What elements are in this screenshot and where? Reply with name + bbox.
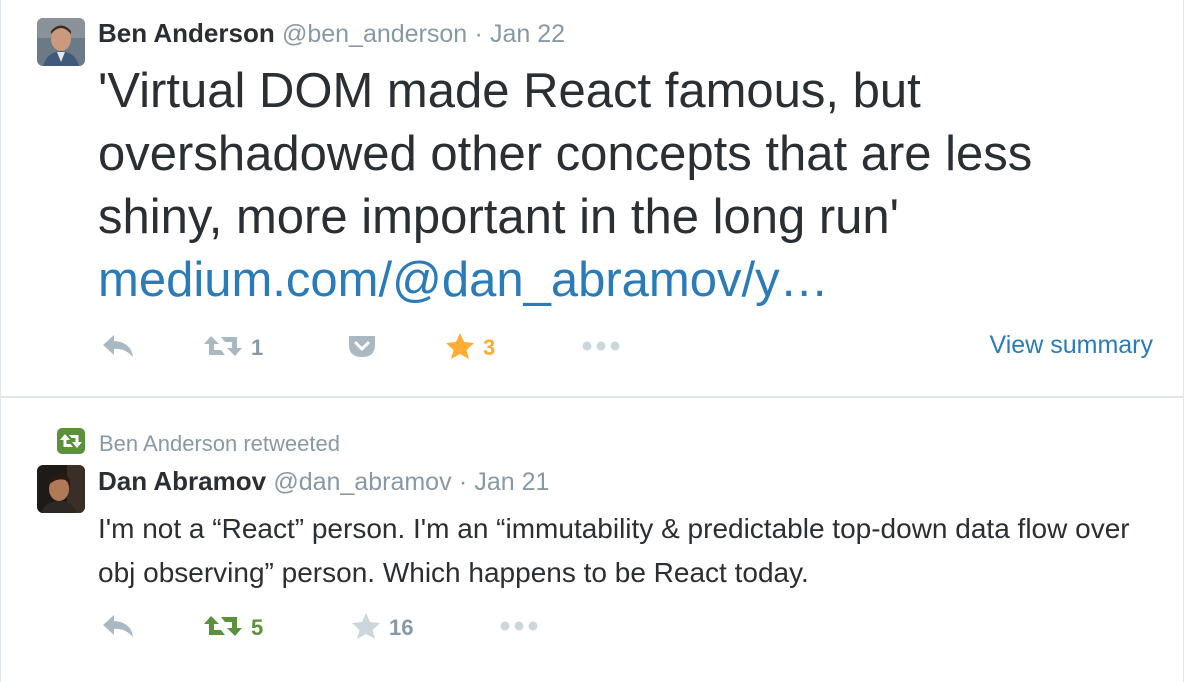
avatar[interactable]	[37, 18, 85, 66]
pocket-button[interactable]	[347, 328, 377, 368]
view-summary-link[interactable]: View summary	[990, 331, 1153, 360]
fullname[interactable]: Ben Anderson	[98, 18, 275, 48]
retweet-count: 5	[251, 615, 264, 640]
tweet-body: 'Virtual DOM made React famous, but over…	[98, 64, 1033, 244]
retweet-button[interactable]: 1	[203, 328, 263, 368]
tweet-link[interactable]: medium.com/@dan_abramov/y…	[98, 253, 829, 307]
timeline: Ben Anderson @ben_anderson · Jan 22 'Vir…	[0, 0, 1184, 682]
separator: ·	[458, 468, 468, 496]
retweet-context-text[interactable]: Ben Anderson retweeted	[99, 431, 340, 457]
more-button[interactable]	[581, 328, 621, 368]
more-button[interactable]	[499, 608, 539, 648]
tweet-header: Ben Anderson @ben_anderson · Jan 22	[98, 17, 565, 50]
retweet-button[interactable]: 5	[203, 608, 263, 648]
username[interactable]: @ben_anderson	[282, 20, 467, 48]
tweet-text: I'm not a “React” person. I'm an “immuta…	[98, 513, 1130, 588]
retweet-context-icon	[57, 428, 85, 460]
favorite-button[interactable]: 16	[351, 608, 413, 648]
more-icon	[499, 619, 539, 637]
tweet-text: 'Virtual DOM made React famous, but over…	[98, 60, 1158, 312]
favorite-button[interactable]: 3	[445, 328, 495, 368]
tweet-header: Dan Abramov @dan_abramov · Jan 21	[98, 465, 549, 498]
avatar[interactable]	[37, 465, 85, 513]
tweet[interactable]: Ben Anderson @ben_anderson · Jan 22 'Vir…	[1, 0, 1183, 398]
fullname[interactable]: Dan Abramov	[98, 466, 266, 496]
timestamp[interactable]: Jan 22	[490, 20, 565, 48]
pocket-icon	[347, 333, 377, 364]
favorite-count: 3	[483, 335, 496, 360]
retweet-icon	[203, 613, 243, 644]
reply-icon	[101, 333, 135, 364]
star-icon	[445, 332, 475, 365]
username[interactable]: @dan_abramov	[273, 468, 451, 496]
reply-icon	[101, 613, 135, 644]
reply-button[interactable]	[101, 328, 135, 368]
separator: ·	[474, 20, 483, 48]
retweet-count: 1	[251, 335, 264, 360]
retweet-icon	[203, 333, 243, 364]
timestamp[interactable]: Jan 21	[474, 468, 549, 496]
retweet-context: Ben Anderson retweeted	[57, 428, 340, 460]
more-icon	[581, 339, 621, 357]
favorite-count: 16	[389, 615, 414, 640]
reply-button[interactable]	[101, 608, 135, 648]
star-icon	[351, 612, 381, 645]
